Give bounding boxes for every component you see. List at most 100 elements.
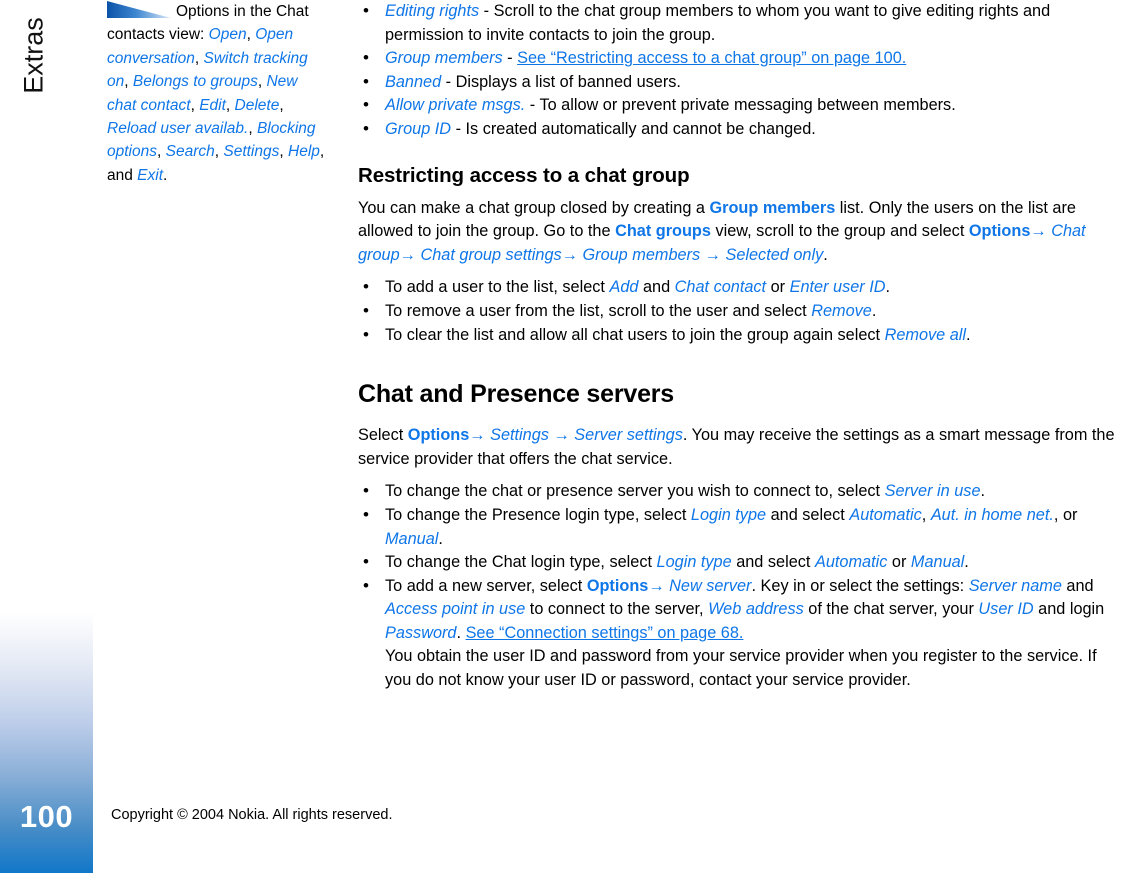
bullet-text: To change the chat or presence server yo… — [385, 482, 885, 501]
nav-step: Settings — [490, 426, 549, 445]
main-content: Editing rights - Scroll to the chat grou… — [358, 0, 1120, 693]
para-text: . — [823, 245, 828, 264]
ui-term: Add — [609, 278, 639, 297]
bullet-dash: - — [502, 49, 518, 68]
bullet-text: Is created automatically and cannot be c… — [465, 119, 816, 138]
list-item: To change the chat or presence server yo… — [358, 479, 1120, 504]
nav-step: Chat group settings — [420, 245, 562, 264]
bullet-text: You obtain the user ID and password from… — [385, 647, 1097, 690]
list-item: Banned - Displays a list of banned users… — [358, 70, 1120, 95]
ui-term: Password — [385, 623, 457, 642]
side-note-term: Edit — [199, 96, 226, 114]
bullet-text: To change the Presence login type, selec… — [385, 505, 691, 524]
cross-reference-link[interactable]: See “Restricting access to a chat group”… — [517, 49, 906, 67]
bullet-text: to connect to the server, — [525, 600, 709, 619]
bullet-text: . — [456, 623, 466, 642]
ui-term: Chat contact — [674, 278, 767, 297]
list-item: Group ID - Is created automatically and … — [358, 117, 1120, 142]
ui-term: Web address — [708, 600, 804, 619]
bullet-text: Displays a list of banned users. — [455, 72, 681, 91]
bullet-term: Editing rights — [385, 2, 480, 20]
ui-term: Server name — [968, 576, 1062, 595]
list-item: To add a new server, select Options→ New… — [358, 574, 1120, 693]
side-note: Options in the Chat contacts view: Open,… — [107, 1, 325, 184]
bullet-text: or — [766, 278, 790, 297]
section-heading-servers: Chat and Presence servers — [358, 380, 675, 409]
nav-step: Options — [586, 576, 649, 595]
bullet-text: and select — [731, 553, 815, 572]
ui-term: Manual — [385, 529, 439, 548]
list-item: Editing rights - Scroll to the chat grou… — [358, 0, 1120, 47]
bullet-text: and select — [766, 505, 850, 524]
bullet-text: . — [871, 301, 877, 320]
bullet-text: , or — [1053, 505, 1078, 524]
bullet-text: To remove a user from the list, scroll t… — [385, 301, 812, 320]
list-item: To remove a user from the list, scroll t… — [358, 299, 1120, 324]
para-text: Select — [358, 426, 408, 445]
side-note-term: Settings — [223, 143, 280, 161]
bullet-text: and — [638, 278, 675, 297]
bullet-text: . — [964, 553, 969, 572]
side-note-term: Open — [208, 26, 247, 44]
ui-term: Remove all — [884, 325, 967, 344]
paragraph-restricting: You can make a chat group closed by crea… — [358, 198, 1086, 264]
bullet-term: Allow private msgs. — [385, 96, 526, 115]
bullet-text: and login — [1033, 600, 1105, 619]
ui-term: Access point in use — [385, 600, 526, 619]
side-note-term: Help — [288, 143, 320, 161]
cross-reference-link[interactable]: See “Connection settings” on page 68. — [466, 624, 744, 642]
list-item: To add a user to the list, select Add an… — [358, 275, 1120, 300]
bullet-text: To allow or prevent private messaging be… — [539, 96, 956, 115]
list-item: To change the Presence login type, selec… — [358, 503, 1120, 551]
ui-term: New server — [669, 576, 752, 595]
bullet-text: . — [980, 482, 986, 501]
ui-term: Chat groups — [615, 222, 711, 241]
side-note-term: Search — [165, 143, 215, 161]
bullet-text: . — [966, 325, 971, 344]
ui-term: Automatic — [814, 553, 888, 572]
bullet-text: To add a user to the list, select — [385, 278, 610, 297]
chapter-tab-label: Extras — [18, 17, 49, 94]
bullet-term: Group members — [385, 49, 503, 68]
bullet-text: . — [885, 278, 891, 297]
bullet-dash: - — [525, 96, 540, 115]
ui-term: Login type — [690, 505, 767, 524]
restricting-bullet-list: To add a user to the list, select Add an… — [358, 275, 1120, 347]
ui-term: Remove — [811, 301, 872, 320]
bullet-dash: - — [451, 119, 466, 138]
bullet-term: Group ID — [385, 119, 452, 138]
nav-step: Options — [407, 426, 470, 445]
bullet-text: and — [1061, 576, 1094, 595]
manual-page: 100 Extras Options in the Chat contacts … — [0, 0, 1121, 873]
page-number: 100 — [19, 799, 74, 834]
bullet-text: To add a new server, select — [385, 576, 587, 595]
ui-term: Manual — [910, 553, 965, 572]
ui-term: Enter user ID — [789, 278, 886, 297]
bullet-dash: - — [441, 72, 456, 91]
bullet-text: . — [438, 529, 443, 548]
bullet-text: To clear the list and allow all chat use… — [385, 325, 885, 344]
side-note-period: . — [163, 166, 168, 184]
bullet-text: . Key in or select the settings: — [751, 576, 969, 595]
para-text: You can make a chat group closed by crea… — [358, 198, 710, 217]
copyright-notice: Copyright © 2004 Nokia. All rights reser… — [111, 807, 393, 823]
nav-step: Options — [968, 222, 1031, 241]
tip-triangle-icon — [107, 1, 171, 18]
nav-step: Selected only — [725, 245, 824, 264]
bullet-dash: - — [479, 2, 494, 20]
bullet-text: To change the Chat login type, select — [385, 553, 657, 572]
nav-step: Server settings — [574, 426, 683, 445]
ui-term: User ID — [978, 600, 1034, 619]
arrow-glyph: → — [648, 576, 670, 595]
servers-bullet-list: To change the chat or presence server yo… — [358, 479, 1120, 693]
ui-term: Aut. in home net. — [930, 505, 1054, 524]
ui-term: Group members — [709, 198, 836, 217]
bullet-text: of the chat server, your — [803, 600, 979, 619]
list-item: Allow private msgs. - To allow or preven… — [358, 93, 1120, 118]
ui-term: Server in use — [884, 482, 981, 501]
list-item: Group members - See “Restricting access … — [358, 46, 1120, 71]
side-note-term: Belongs to groups — [132, 73, 258, 91]
top-bullet-list: Editing rights - Scroll to the chat grou… — [358, 0, 1120, 142]
side-note-term-last: Exit — [137, 166, 164, 184]
list-item: To change the Chat login type, select Lo… — [358, 550, 1120, 575]
